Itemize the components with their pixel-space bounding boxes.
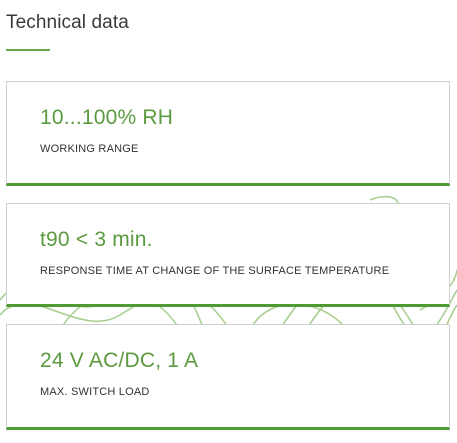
spec-label: RESPONSE TIME AT CHANGE OF THE SURFACE T… [40,265,390,277]
spec-card-switch-load: 24 V AC/DC, 1 A MAX. SWITCH LOAD [6,324,450,430]
spec-label: WORKING RANGE [40,143,139,155]
spec-value: t90 < 3 min. [40,228,153,251]
spec-label: MAX. SWITCH LOAD [40,386,150,398]
spec-card-working-range: 10...100% RH WORKING RANGE [6,81,450,186]
spec-value: 10...100% RH [40,106,174,129]
spec-value: 24 V AC/DC, 1 A [40,349,199,372]
title-underline [6,49,50,51]
spec-card-response-time: t90 < 3 min. RESPONSE TIME AT CHANGE OF … [6,203,450,307]
section-title: Technical data [6,12,129,33]
